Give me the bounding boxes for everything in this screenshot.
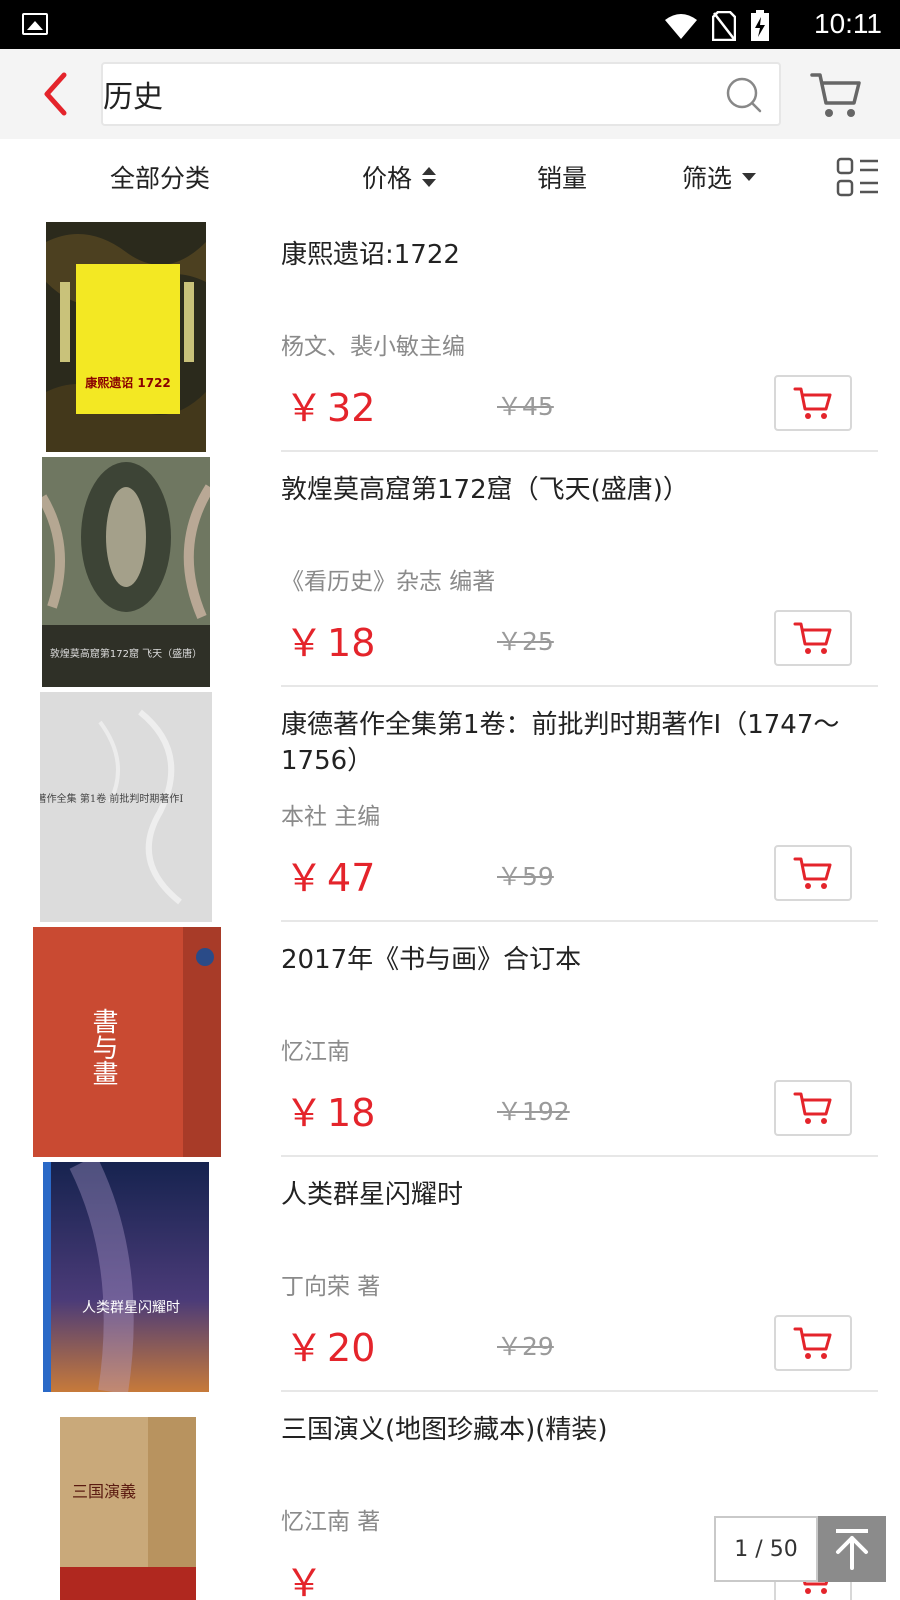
battery-charging-icon [751,10,769,41]
product-price: ￥ 18 [285,1091,376,1135]
product-title[interactable]: 康熙遗诏:1722 [281,237,881,273]
product-item[interactable]: 人类群星闪耀时 人类群星闪耀时 丁向荣 著 ￥ 20 ￥29 [0,1157,900,1392]
sales-sort-label: 销量 [537,164,588,193]
cover-title-text: 康德著作全集 第1卷 前批判时期著作I [40,792,183,805]
cover-title-text: 三国演義 [72,1482,136,1501]
search-icon[interactable] [725,76,763,114]
no-sim-icon [712,11,736,41]
add-to-cart-icon [793,622,832,654]
cart-icon[interactable] [808,67,864,123]
product-item[interactable]: 敦煌莫高窟第172窟 飞天（盛唐） 敦煌莫高窟第172窟（飞天(盛唐)） 《看历… [0,452,900,687]
product-title[interactable]: 三国演义(地图珍藏本)(精装) [281,1412,881,1448]
product-author: 丁向荣 著 [281,1274,381,1300]
pager: 1 / 50 [714,1516,886,1582]
price-value: 18 [327,1091,376,1135]
add-to-cart-button[interactable] [774,845,852,901]
product-author: 本社 主编 [281,804,381,830]
original-price: ￥25 [497,627,554,656]
add-to-cart-button[interactable] [774,1315,852,1371]
add-to-cart-icon [793,1327,832,1359]
product-author: 忆江南 著 [281,1509,381,1535]
price-sort[interactable]: 价格 [362,159,438,195]
back-button[interactable] [30,69,80,119]
sort-icon [422,167,437,187]
book-cover[interactable]: 三国演義 [60,1417,196,1600]
book-cover[interactable]: 康德著作全集 第1卷 前批判时期著作I [40,692,212,922]
sales-sort[interactable]: 销量 [537,159,587,195]
product-author: 忆江南 [281,1039,350,1065]
price-value: 20 [327,1326,376,1370]
add-to-cart-icon [793,857,832,889]
product-item[interactable]: 康熙遗诏 1722 康熙遗诏:1722 杨文、裴小敏主编 ￥ 32 ￥45 [0,217,900,452]
original-price: ￥29 [497,1332,554,1361]
image-icon [22,13,48,35]
product-price: ￥ [285,1561,324,1600]
price-value: 18 [327,621,376,665]
book-cover[interactable]: 敦煌莫高窟第172窟 飞天（盛唐） [42,457,210,687]
clock: 10:11 [814,8,882,39]
search-header [0,49,900,139]
original-price: ￥59 [497,862,554,891]
list-layout-icon[interactable] [836,157,880,199]
dropdown-icon [742,173,757,181]
status-bar: 10:11 [0,0,900,49]
book-cover[interactable]: 康熙遗诏 1722 [46,222,206,452]
price-value: 32 [327,386,376,430]
original-price: ￥45 [497,392,554,421]
add-to-cart-button[interactable] [774,375,852,431]
add-to-cart-icon [793,387,832,419]
book-cover[interactable]: 人类群星闪耀时 [43,1162,209,1392]
back-to-top-button[interactable] [818,1516,886,1582]
add-to-cart-icon [793,1092,832,1124]
price-value: 47 [327,856,376,900]
filter-dropdown[interactable]: 筛选 [682,159,758,195]
page-indicator: 1 / 50 [714,1516,818,1582]
add-to-cart-button[interactable] [774,1080,852,1136]
original-price: ￥192 [497,1097,570,1126]
product-title[interactable]: 康德著作全集第1卷：前批判时期著作I（1747～1756） [281,707,881,779]
product-price: ￥ 47 [285,856,376,900]
book-cover[interactable]: 書与畫 [33,927,221,1157]
category-filter[interactable]: 全部分类 [110,159,210,195]
product-list: 康熙遗诏 1722 康熙遗诏:1722 杨文、裴小敏主编 ￥ 32 ￥45 敦煌莫… [0,217,900,1600]
category-filter-label: 全部分类 [110,164,211,193]
cover-title-text: 書与畫 [88,1008,118,1086]
cover-title-text: 康熙遗诏 1722 [85,375,171,390]
system-icons [664,10,770,42]
cover-title-text: 人类群星闪耀时 [82,1300,180,1316]
product-item[interactable]: 書与畫 2017年《书与画》合订本 忆江南 ￥ 18 ￥192 [0,922,900,1157]
product-title[interactable]: 敦煌莫高窟第172窟（飞天(盛唐)） [281,472,881,508]
product-title[interactable]: 2017年《书与画》合订本 [281,942,881,978]
search-box [101,62,781,126]
add-to-cart-button[interactable] [774,610,852,666]
back-arrow-icon [44,72,67,116]
product-author: 《看历史》杂志 编著 [281,569,496,595]
back-to-top-icon [836,1529,868,1570]
product-author: 杨文、裴小敏主编 [281,334,465,360]
product-price: ￥ 18 [285,621,376,665]
product-price: ￥ 32 [285,386,376,430]
search-input[interactable] [103,64,703,124]
wifi-icon [665,14,697,39]
price-sort-label: 价格 [362,164,413,193]
cover-title-text: 敦煌莫高窟第172窟 飞天（盛唐） [50,647,202,660]
product-title[interactable]: 人类群星闪耀时 [281,1177,881,1213]
product-item[interactable]: 康德著作全集 第1卷 前批判时期著作I 康德著作全集第1卷：前批判时期著作I（1… [0,687,900,922]
filter-dropdown-label: 筛选 [682,164,733,193]
filter-bar: 全部分类 价格 销量 筛选 [0,139,900,217]
product-price: ￥ 20 [285,1326,376,1370]
